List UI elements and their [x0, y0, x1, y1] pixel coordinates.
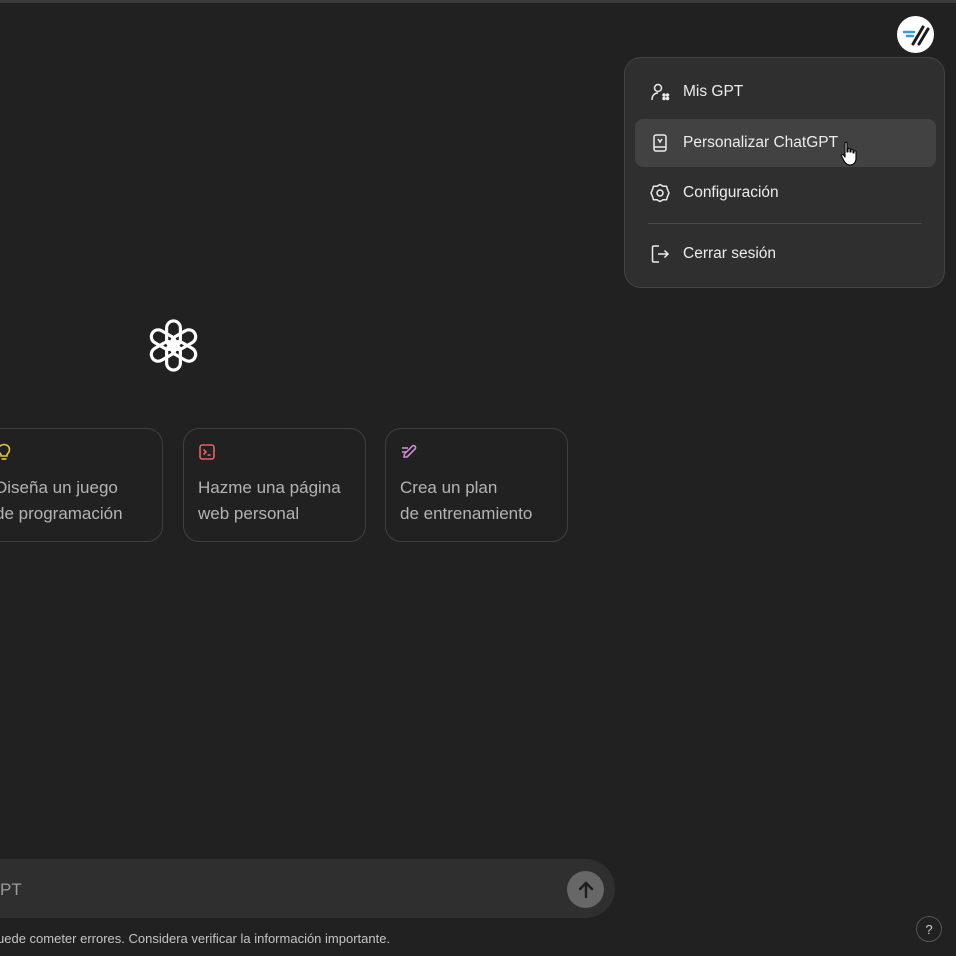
- account-menu: Mis GPT Personalizar ChatGPT Configuraci…: [624, 57, 945, 288]
- menu-item-label: Configuración: [683, 184, 779, 201]
- terminal-icon: [199, 444, 215, 460]
- lightbulb-icon: [0, 443, 11, 460]
- menu-item-logout[interactable]: Cerrar sesión: [635, 230, 936, 278]
- help-button[interactable]: ?: [916, 916, 942, 942]
- suggestion-card-webpage[interactable]: Hazme una página web personal: [183, 428, 366, 542]
- send-button[interactable]: [567, 871, 604, 908]
- suggestion-text: Hazme una página web personal: [198, 478, 341, 523]
- gpts-icon: [649, 81, 671, 103]
- gear-icon: [649, 182, 671, 204]
- suggestion-text: Crea un plan de entrenamiento: [400, 478, 533, 523]
- menu-item-label: Personalizar ChatGPT: [683, 134, 839, 151]
- pencil-icon: [402, 444, 417, 458]
- message-input[interactable]: PT: [0, 859, 615, 918]
- arrow-up-icon: [578, 881, 593, 898]
- suggestion-card-training[interactable]: Crea un plan de entrenamiento: [385, 428, 568, 542]
- suggestion-card-game[interactable]: Diseña un juego de programación: [0, 428, 163, 542]
- menu-item-label: Cerrar sesión: [683, 245, 777, 262]
- hand-pointer-cursor: [840, 141, 857, 166]
- logout-icon: [649, 243, 671, 265]
- menu-item-my-gpts[interactable]: Mis GPT: [635, 68, 936, 116]
- disclaimer-text: uede cometer errores. Considera verifica…: [0, 931, 391, 946]
- top-border: [0, 0, 956, 3]
- input-placeholder: PT: [0, 880, 22, 899]
- user-avatar-button[interactable]: [897, 16, 934, 53]
- user-avatar-logo: [902, 25, 929, 45]
- menu-item-label: Mis GPT: [683, 83, 744, 100]
- suggestion-text: Diseña un juego de programación: [0, 478, 123, 523]
- openai-logo: [149, 319, 198, 372]
- menu-divider: [648, 223, 922, 224]
- menu-item-customize-chatgpt[interactable]: Personalizar ChatGPT: [635, 119, 936, 167]
- menu-item-settings[interactable]: Configuración: [635, 169, 936, 217]
- customize-icon: [649, 132, 671, 154]
